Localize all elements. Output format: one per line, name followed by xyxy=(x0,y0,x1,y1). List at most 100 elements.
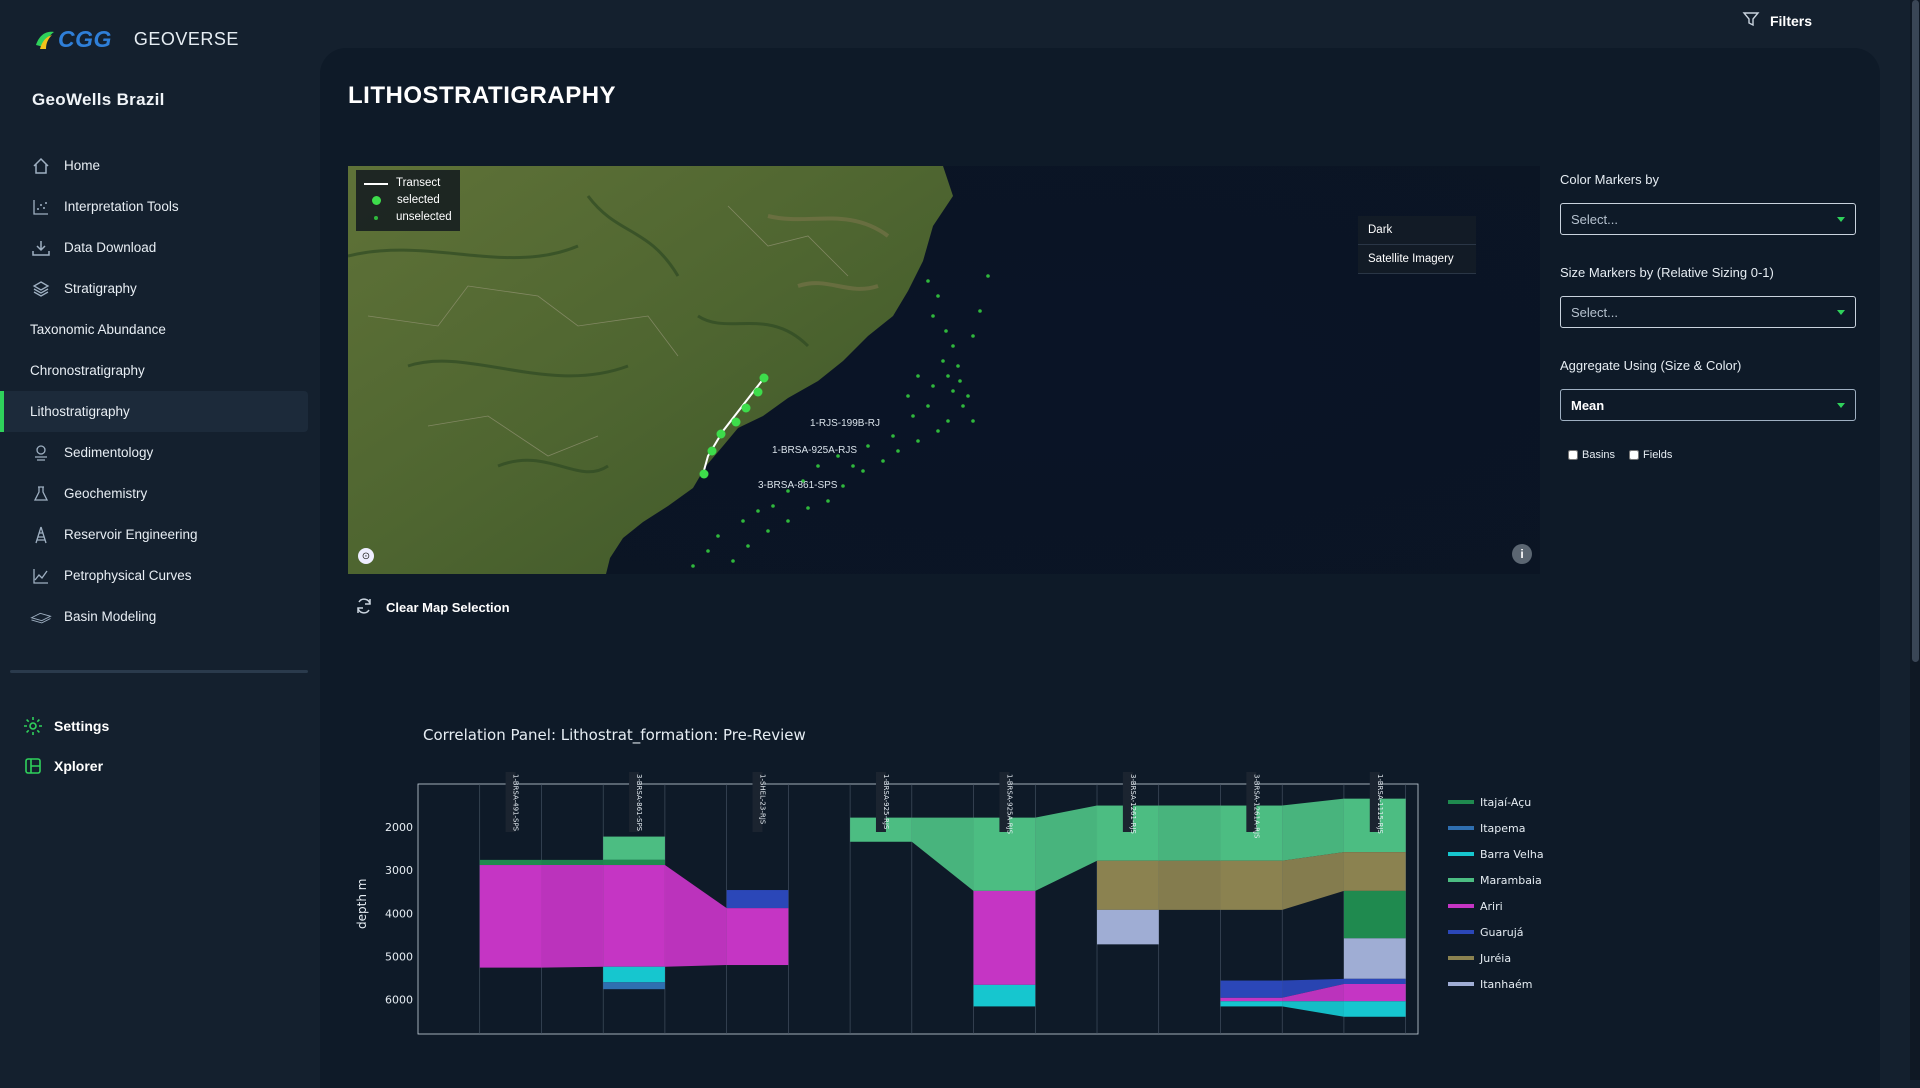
basin-icon xyxy=(30,607,52,627)
formation-interval xyxy=(1097,909,1159,945)
legend-label: Itanhaém xyxy=(1480,978,1532,991)
settings-label: Settings xyxy=(54,718,110,734)
color-markers-select[interactable]: Select... xyxy=(1560,203,1856,235)
size-markers-select[interactable]: Select... xyxy=(1560,296,1856,328)
legend-swatch xyxy=(1448,930,1474,934)
correlation-fill xyxy=(1158,805,1221,861)
formation-interval xyxy=(479,865,542,968)
sidebar-item-petrophysical-curves[interactable]: Petrophysical Curves xyxy=(0,555,318,596)
legend-unselected: unselected xyxy=(364,209,452,226)
sidebar-item-data-download[interactable]: Data Download xyxy=(0,227,318,268)
chevron-down-icon xyxy=(1837,216,1845,222)
legend-label: Transect xyxy=(396,177,441,189)
top-bar: Filters xyxy=(0,0,1920,46)
sidebar-item-label: Stratigraphy xyxy=(64,281,137,296)
fields-label: Fields xyxy=(1643,449,1673,461)
chart-tools-icon xyxy=(30,197,52,217)
well-label: 1-BRSA-925A-RJS xyxy=(772,445,857,456)
sidebar-item-label: Geochemistry xyxy=(64,486,148,501)
sidebar-item-label: Chronostratigraphy xyxy=(30,363,145,378)
sidebar-item-label: Home xyxy=(64,158,101,173)
fields-toggle[interactable]: Fields xyxy=(1629,449,1672,461)
clear-map-selection-button[interactable]: Clear Map Selection xyxy=(354,596,510,619)
legend-label: unselected xyxy=(396,211,452,223)
sidebar-item-label: Sedimentology xyxy=(64,445,154,460)
sidebar-item-label: Data Download xyxy=(64,240,157,255)
legend-label: Ariri xyxy=(1480,900,1503,913)
page-title: LITHOSTRATIGRAPHY xyxy=(348,82,617,109)
sidebar-nav: Home Interpretation Tools Data Download … xyxy=(0,145,318,637)
sidebar-item-label: Taxonomic Abundance xyxy=(30,322,166,337)
correlation-fill xyxy=(1282,798,1344,861)
sidebar-item-label: Petrophysical Curves xyxy=(64,568,192,583)
sidebar-item-chronostratigraphy[interactable]: Chronostratigraphy xyxy=(0,350,318,391)
y-tick-label: 5000 xyxy=(385,950,413,963)
formation-interval xyxy=(1343,938,1406,979)
layer-satellite-option[interactable]: Satellite Imagery xyxy=(1358,245,1476,274)
y-tick-label: 3000 xyxy=(385,864,413,877)
formation-interval xyxy=(1343,1001,1406,1017)
sidebar-item-label: Reservoir Engineering xyxy=(64,527,198,542)
y-tick-label: 6000 xyxy=(385,994,413,1007)
legend-swatch xyxy=(1448,852,1474,856)
settings-button[interactable]: Settings xyxy=(22,716,109,736)
xplorer-label: Xplorer xyxy=(54,758,104,774)
formation-interval xyxy=(973,984,1036,1007)
well-label: 1-BRSA-925A-RJS xyxy=(1005,774,1013,835)
correlation-fill xyxy=(541,859,604,866)
xplorer-button[interactable]: Xplorer xyxy=(22,756,103,776)
filters-button[interactable]: Filters xyxy=(1742,10,1812,31)
info-icon[interactable]: i xyxy=(1512,544,1532,564)
well-label: 3-BRSA-861-SPS xyxy=(758,480,838,491)
sidebar-item-stratigraphy[interactable]: Stratigraphy xyxy=(0,268,318,309)
legend-swatch xyxy=(1448,800,1474,804)
formation-interval xyxy=(1220,997,1283,1002)
basins-checkbox[interactable] xyxy=(1568,450,1578,460)
well-label: 1-BRSA-491-SPS xyxy=(512,774,520,832)
legend-swatch xyxy=(1448,956,1474,960)
sidebar-item-label: Interpretation Tools xyxy=(64,199,179,214)
sediment-icon xyxy=(30,443,52,463)
refresh-icon xyxy=(354,596,374,619)
sidebar-item-lithostratigraphy[interactable]: Lithostratigraphy xyxy=(0,391,308,432)
legend-label: Juréia xyxy=(1479,952,1511,965)
well-label: 3-BRSA-1261-RJS xyxy=(1129,774,1137,834)
well-label: 1-SHEL-23-RJS xyxy=(759,774,767,825)
legend-swatch xyxy=(1448,878,1474,882)
gear-icon xyxy=(22,716,44,736)
well-label: 3-BRSA-1261A-RJS xyxy=(1252,774,1260,839)
well-label: 3-BRSA-861-SPS xyxy=(635,774,643,832)
well-map[interactable]: 1-RJS-199B-RJ 1-BRSA-925A-RJS 3-BRSA-861… xyxy=(348,166,1540,574)
formation-interval xyxy=(1343,978,1406,984)
fields-checkbox[interactable] xyxy=(1629,450,1640,460)
sidebar-item-sedimentology[interactable]: Sedimentology xyxy=(0,432,318,473)
sidebar-item-basin-modeling[interactable]: Basin Modeling xyxy=(0,596,318,637)
well-label: 1-BRSA-1115-RJS xyxy=(1376,774,1384,834)
formation-interval xyxy=(603,966,665,983)
formation-interval xyxy=(603,982,665,990)
overlay-checkboxes: Basins Fields xyxy=(1568,449,1860,461)
layer-dark-option[interactable]: Dark xyxy=(1358,216,1476,245)
correlation-panel-chart[interactable]: Correlation Panel: Lithostrat_formation:… xyxy=(348,712,1728,1052)
scrollbar-thumb[interactable] xyxy=(1912,0,1919,662)
sidebar-item-home[interactable]: Home xyxy=(0,145,318,186)
rig-icon xyxy=(30,525,52,545)
aggregate-select[interactable]: Mean xyxy=(1560,389,1856,421)
y-axis-label: depth m xyxy=(355,879,369,929)
compass-icon[interactable]: ⊙ xyxy=(358,548,374,564)
formation-interval xyxy=(1343,890,1406,939)
sidebar-item-interpretation-tools[interactable]: Interpretation Tools xyxy=(0,186,318,227)
basins-label: Basins xyxy=(1582,449,1616,461)
basins-toggle[interactable]: Basins xyxy=(1568,449,1615,461)
sidebar-item-geochemistry[interactable]: Geochemistry xyxy=(0,473,318,514)
legend-label: Itapema xyxy=(1480,822,1526,835)
sidebar-item-taxonomic-abundance[interactable]: Taxonomic Abundance xyxy=(0,309,318,350)
formation-interval xyxy=(603,859,665,866)
chevron-down-icon xyxy=(1837,309,1845,315)
xplorer-icon xyxy=(22,756,44,776)
formation-interval xyxy=(1343,852,1406,891)
sidebar-item-reservoir-engineering[interactable]: Reservoir Engineering xyxy=(0,514,318,555)
page-scrollbar[interactable] xyxy=(1910,0,1920,1080)
sidebar: CGG GEOVERSE GeoWells Brazil Home Interp… xyxy=(0,0,318,1080)
sidebar-divider xyxy=(10,670,308,673)
